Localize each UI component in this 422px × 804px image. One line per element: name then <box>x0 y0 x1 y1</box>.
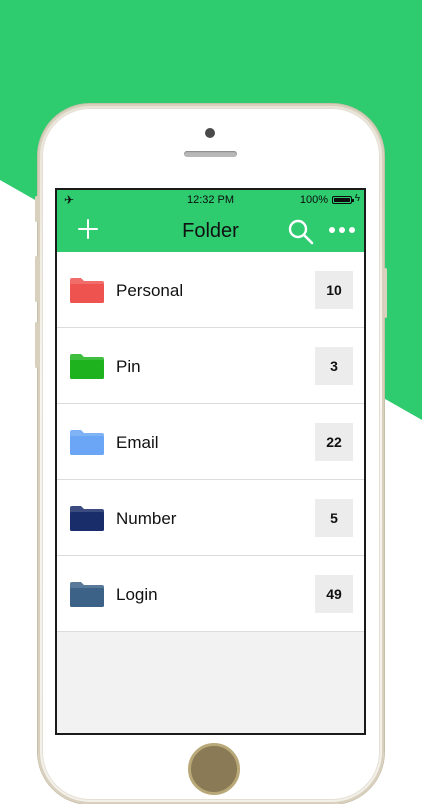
folder-row-personal[interactable]: Personal 10 <box>57 252 364 328</box>
folder-name: Personal <box>116 281 184 300</box>
folder-row-email[interactable]: Email 22 <box>57 404 364 480</box>
folder-count-badge: 49 <box>315 575 353 613</box>
folder-list: Personal 10 Pin 3 Email 22 Number 5 Login 49 <box>57 252 364 632</box>
folder-icon <box>70 354 104 379</box>
power-button <box>384 268 387 318</box>
home-button <box>188 743 240 795</box>
folder-icon <box>70 278 104 303</box>
folder-row-login[interactable]: Login 49 <box>57 556 364 632</box>
folder-icon <box>70 582 104 607</box>
nav-bar: Folder <box>57 210 364 252</box>
folder-icon <box>70 430 104 455</box>
earpiece-speaker <box>184 151 237 157</box>
battery-icon <box>332 196 354 204</box>
app-screen: ✈ 12:32 PM 100% ϟ Folder Personal 10 Pin 3 E… <box>55 188 366 735</box>
mute-switch <box>35 196 38 222</box>
more-dots-icon[interactable] <box>327 223 357 237</box>
folder-name: Email <box>116 433 159 452</box>
page-title: Folder <box>182 220 239 242</box>
front-camera <box>205 128 215 138</box>
folder-count-badge: 5 <box>315 499 353 537</box>
folder-name: Number <box>116 509 177 528</box>
folder-name: Pin <box>116 357 141 376</box>
folder-row-number[interactable]: Number 5 <box>57 480 364 556</box>
battery-percent: 100% <box>299 194 328 206</box>
folder-count-badge: 10 <box>315 271 353 309</box>
search-icon[interactable] <box>287 218 315 246</box>
folder-count-badge: 22 <box>315 423 353 461</box>
volume-down-button <box>35 322 38 368</box>
status-bar: ✈ 12:32 PM 100% ϟ <box>57 190 364 210</box>
folder-count-badge: 3 <box>315 347 353 385</box>
folder-row-pin[interactable]: Pin 3 <box>57 328 364 404</box>
folder-name: Login <box>116 585 158 604</box>
folder-icon <box>70 506 104 531</box>
volume-up-button <box>35 256 38 302</box>
charging-icon: ϟ <box>354 193 360 204</box>
